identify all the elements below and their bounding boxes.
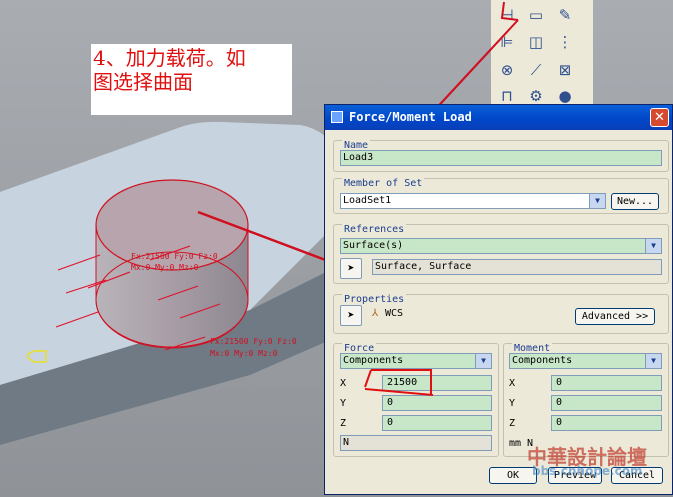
cursor-arrow-icon: ➤ <box>347 261 355 275</box>
force-moment-dialog: Force/Moment Load ✕ Name Load3 Member of… <box>324 104 673 495</box>
moment-y-field[interactable]: 0 <box>551 395 662 411</box>
new-button[interactable]: New... <box>611 193 659 210</box>
advanced-button[interactable]: Advanced >> <box>575 308 655 325</box>
load-toolbar: ⊣ ▭ ✎ ⊫ ◫ ⋮ ⊗ ⟋ ⊠ ⊓ ⚙ ● <box>491 0 593 105</box>
moment-y-label: Y <box>509 398 516 409</box>
pin-icon[interactable]: ⋮ <box>553 30 577 54</box>
constraint-icon[interactable]: ⊫ <box>495 30 519 54</box>
close-button[interactable]: ✕ <box>650 108 669 127</box>
load-label-bottom-1: Fx:21500 Fy:0 Fz:0 <box>210 337 297 346</box>
member-of-set-value: LoadSet1 <box>343 195 392 206</box>
edit-icon[interactable]: ✎ <box>553 3 577 27</box>
force-y-label: Y <box>340 398 347 409</box>
references-label: References <box>342 224 407 235</box>
member-of-set-select[interactable]: LoadSet1 ▼ <box>340 193 606 209</box>
force-x-label: X <box>340 378 347 389</box>
load-label-bottom-2: Mx:0 My:0 Mz:0 <box>210 349 278 358</box>
csys-label: WCS <box>385 308 404 319</box>
properties-label: Properties <box>342 294 407 305</box>
moment-mode-value: Components <box>512 355 573 366</box>
force-units-field: N <box>340 435 492 451</box>
references-type-value: Surface(s) <box>343 240 404 251</box>
load-tag-icon[interactable]: ▭ <box>524 3 548 27</box>
references-group: References <box>333 224 669 284</box>
moment-mode-select[interactable]: Components ▼ <box>509 353 662 369</box>
csys-select-button[interactable]: ➤ <box>340 305 362 326</box>
annotation-box: 4、加力载荷。如 图选择曲面 <box>91 44 292 115</box>
moment-z-label: Z <box>509 418 516 429</box>
chevron-down-icon[interactable]: ▼ <box>645 354 661 368</box>
measure-icon[interactable]: ◫ <box>524 30 548 54</box>
moment-x-label: X <box>509 378 516 389</box>
chevron-down-icon[interactable]: ▼ <box>589 194 605 208</box>
force-z-field[interactable]: 0 <box>382 415 492 431</box>
annotation-line-2: 图选择曲面 <box>93 70 193 94</box>
annotation-line-1: 4、加力载荷。如 <box>93 46 246 70</box>
references-value-field[interactable]: Surface, Surface <box>372 259 662 275</box>
csys-axes-icon: ⅄ <box>372 308 379 319</box>
force-mode-value: Components <box>343 355 404 366</box>
dialog-titlebar[interactable]: Force/Moment Load ✕ <box>325 105 672 130</box>
load-label-top-2: Mx:0 My:0 Mz:0 <box>131 263 199 272</box>
select-arrow-button[interactable]: ➤ <box>340 258 362 279</box>
force-z-label: Z <box>340 418 347 429</box>
close-box-icon[interactable]: ⊠ <box>553 58 577 82</box>
dialog-window-icon <box>331 111 343 123</box>
force-load-icon[interactable]: ⊣ <box>495 3 519 27</box>
moment-z-field[interactable]: 0 <box>551 415 662 431</box>
force-x-highlight <box>364 369 434 396</box>
cursor-arrow-icon: ➤ <box>347 308 355 322</box>
coordinate-icon[interactable]: ⊗ <box>495 58 519 82</box>
chevron-down-icon[interactable]: ▼ <box>475 354 491 368</box>
load-label-top-1: Fx:21500 Fy:0 Fz:0 <box>131 252 218 261</box>
chevron-down-icon[interactable]: ▼ <box>645 239 661 253</box>
references-type-select[interactable]: Surface(s) ▼ <box>340 238 662 254</box>
watermark-url: bbs.cnhope.com <box>532 464 643 478</box>
dialog-title: Force/Moment Load <box>349 110 472 124</box>
moment-x-field[interactable]: 0 <box>551 375 662 391</box>
name-field[interactable]: Load3 <box>340 150 662 166</box>
ruler-icon[interactable]: ⟋ <box>524 58 548 82</box>
member-of-set-label: Member of Set <box>342 178 425 189</box>
